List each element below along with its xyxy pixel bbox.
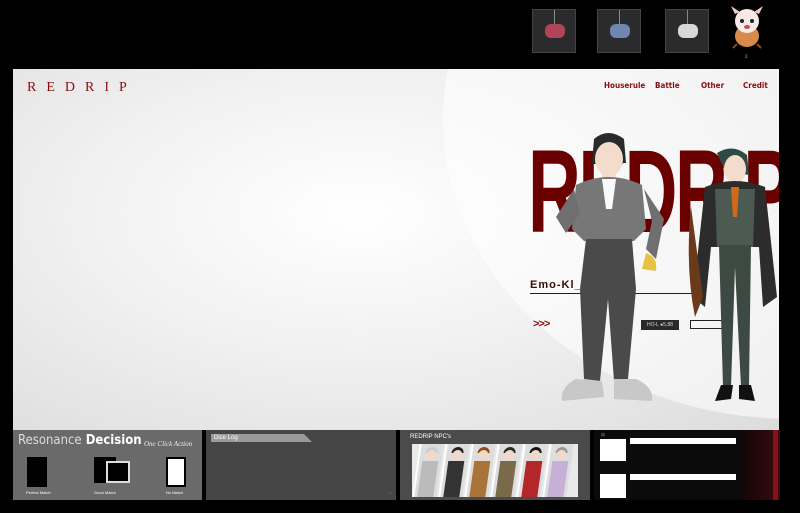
charm-icon: [678, 24, 698, 38]
npc-title: REDRIP NPC's: [410, 434, 452, 440]
title-part-a: Resonance: [18, 433, 82, 448]
chain-icon: [687, 10, 688, 24]
main-panel: REDRIP Houserule Battle Other Credit RED…: [13, 69, 779, 430]
panel-title: Resonance Decision: [18, 433, 142, 448]
nav-houserule[interactable]: Houserule: [604, 81, 645, 90]
title-part-b: Decision: [85, 433, 142, 448]
nav-other[interactable]: Other: [701, 81, 724, 90]
character-male-illustration: [556, 133, 664, 401]
option-label: No Match: [166, 490, 184, 495]
npc-card[interactable]: [542, 444, 574, 497]
resonance-decision-panel: Resonance Decision One Click Action Perf…: [13, 430, 202, 500]
status-bar: [630, 438, 736, 444]
option-label: Good Match: [94, 490, 116, 495]
charm-icon: [545, 24, 565, 38]
option-label: Perfect Match: [26, 490, 51, 495]
red-decor-strip: [742, 430, 780, 500]
good-match-button[interactable]: Good Match: [94, 457, 130, 495]
one-click-action-label: One Click Action: [144, 440, 193, 448]
status-panel: ﾛﾛ: [594, 430, 780, 500]
thumbnail-charm-white[interactable]: [665, 9, 709, 53]
charm-icon: [610, 24, 630, 38]
perfect-match-button[interactable]: Perfect Match: [26, 457, 51, 495]
chain-icon: [619, 10, 620, 24]
status-slot-icon[interactable]: [600, 474, 626, 498]
thumbnail-charm-blue[interactable]: [597, 9, 641, 53]
avatar-dog-icon[interactable]: [727, 4, 767, 50]
dice-log-panel: Dice Log ▫ ▫: [206, 430, 396, 500]
dice-log-indicator: ▫ ▫: [387, 491, 392, 497]
status-slot-icon[interactable]: [600, 439, 626, 461]
npc-panel: REDRIP NPC's: [400, 430, 590, 500]
status-bar: [630, 474, 736, 480]
nav-battle[interactable]: Battle: [655, 81, 680, 90]
no-match-button[interactable]: No Match: [166, 457, 186, 495]
thumbnail-charm-red[interactable]: [532, 9, 576, 53]
chain-icon: [554, 10, 555, 24]
nav-credit[interactable]: Credit: [743, 81, 768, 90]
status-label: ﾛﾛ: [601, 432, 605, 437]
avatar-caption: ﾛ: [745, 54, 748, 60]
logo[interactable]: REDRIP: [27, 80, 137, 96]
character-suit-illustration: [688, 148, 777, 401]
dice-log-tab[interactable]: Dice Log: [211, 434, 312, 442]
npc-card-strip: [412, 444, 578, 497]
